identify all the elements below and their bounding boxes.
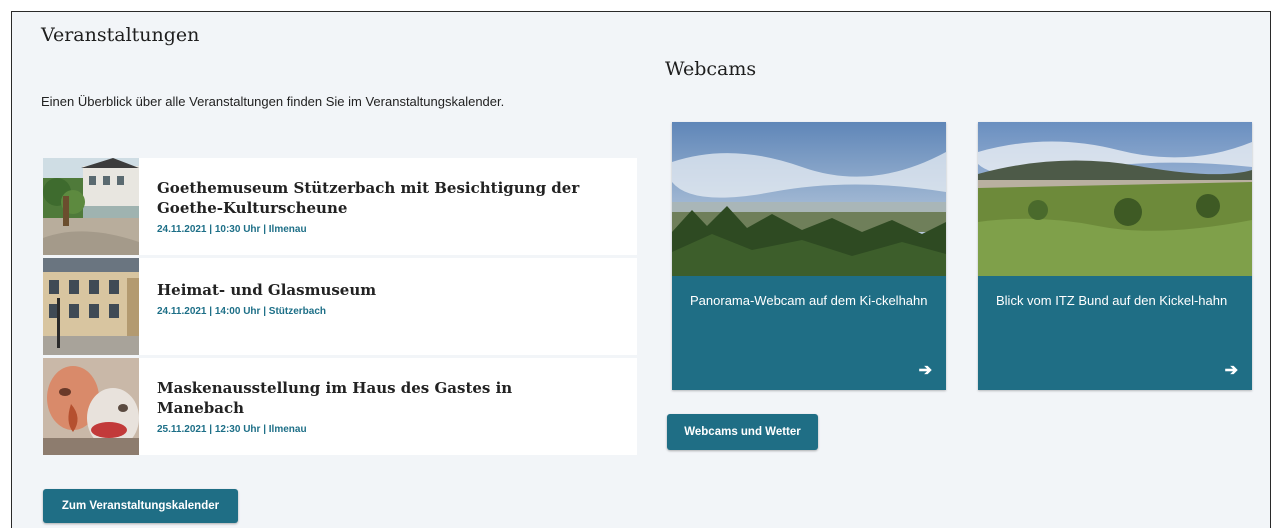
webcam-title[interactable]: Panorama-Webcam auf dem Ki-ckelhahn [690,290,930,311]
arrow-right-icon[interactable]: ➔ [919,360,932,380]
event-image-museum-building[interactable] [43,258,139,355]
event-item-glasmuseum[interactable]: Heimat- und Glasmuseum 24.11.2021 | 14:0… [43,258,637,355]
webcam-card-panorama[interactable]: Panorama-Webcam auf dem Ki-ckelhahn ➔ [672,122,946,390]
events-heading: Veranstaltungen [41,24,200,46]
event-title[interactable]: Goethemuseum Stützerbach mit Besichtigun… [157,178,597,218]
content-frame: Veranstaltungen Einen Überblick über all… [11,11,1271,528]
webcams-weather-button[interactable]: Webcams und Wetter [667,414,818,450]
webcams-heading: Webcams [665,58,757,80]
events-intro: Einen Überblick über alle Veranstaltunge… [41,94,505,109]
event-meta: 24.11.2021 | 10:30 Uhr | Ilmenau [157,224,307,235]
webcam-image-hills[interactable] [978,122,1252,276]
event-image-museum-house[interactable] [43,158,139,255]
event-meta: 25.11.2021 | 12:30 Uhr | Ilmenau [157,424,307,435]
event-list: Goethemuseum Stützerbach mit Besichtigun… [43,158,637,458]
calendar-button[interactable]: Zum Veranstaltungskalender [43,489,238,523]
event-item-maskenausstellung[interactable]: Maskenausstellung im Haus des Gastes in … [43,358,637,455]
arrow-right-icon[interactable]: ➔ [1225,360,1238,380]
event-item-goethemuseum[interactable]: Goethemuseum Stützerbach mit Besichtigun… [43,158,637,255]
webcam-title[interactable]: Blick vom ITZ Bund auf den Kickel-hahn [996,290,1236,311]
event-title[interactable]: Heimat- und Glasmuseum [157,280,597,300]
webcam-card-itz-bund[interactable]: Blick vom ITZ Bund auf den Kickel-hahn ➔ [978,122,1252,390]
event-image-masks[interactable] [43,358,139,455]
event-title[interactable]: Maskenausstellung im Haus des Gastes in … [157,378,597,418]
event-meta: 24.11.2021 | 14:00 Uhr | Stützerbach [157,306,327,317]
webcam-image-panorama[interactable] [672,122,946,276]
